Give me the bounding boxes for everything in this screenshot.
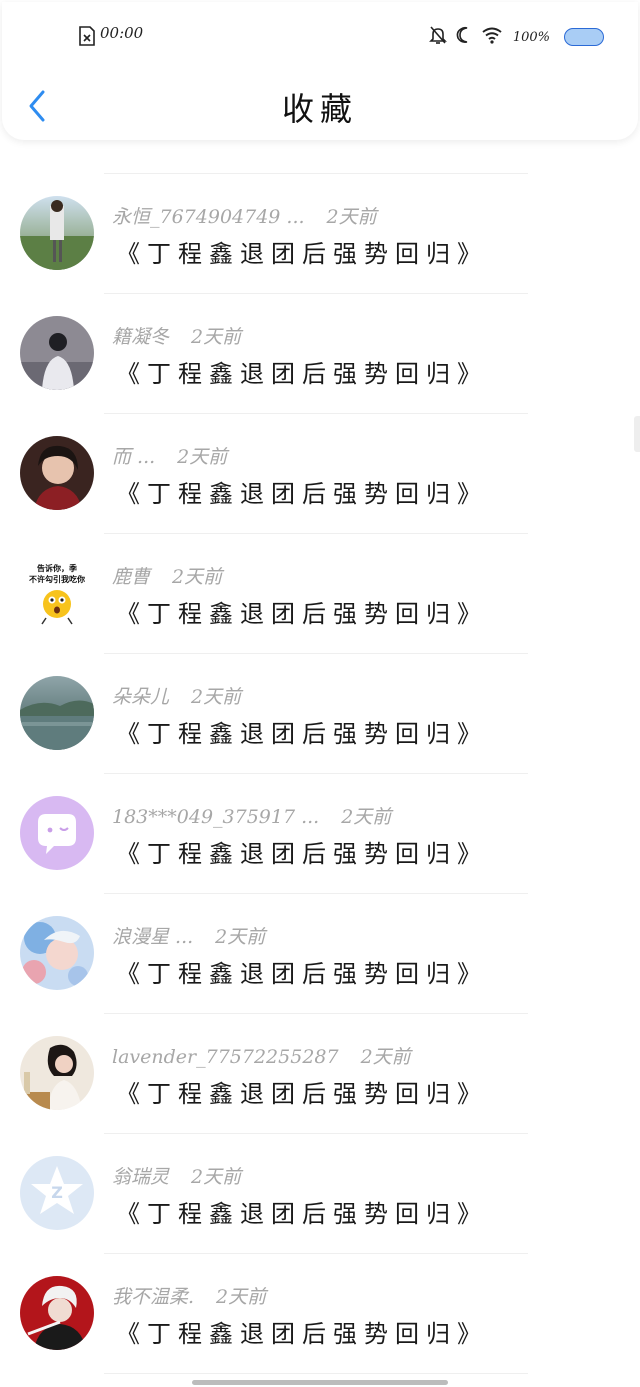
status-bar: 00:00 100% xyxy=(2,2,638,62)
timestamp: 2天前 xyxy=(216,1286,267,1308)
post-title[interactable]: 《丁程鑫退团后强势回归》 xyxy=(116,474,488,509)
item-meta: lavender_77572255287 2天前 xyxy=(112,1042,411,1069)
list-item[interactable]: lavender_77572255287 2天前 《丁程鑫退团后强势回归》 xyxy=(0,1014,640,1134)
list-item[interactable]: 永恒_7674904749 ... 2天前 《丁程鑫退团后强势回归》 xyxy=(0,174,640,294)
avatar xyxy=(20,316,94,390)
item-meta: 我不温柔. 2天前 xyxy=(112,1282,266,1309)
avatar xyxy=(20,1276,94,1350)
page-title: 收藏 xyxy=(281,90,358,128)
svg-text:Z: Z xyxy=(51,1183,63,1202)
avatar-text: 告诉你，季 xyxy=(37,563,78,573)
item-meta: 翁瑞灵 2天前 xyxy=(112,1162,241,1189)
timestamp: 2天前 xyxy=(177,446,228,468)
post-title[interactable]: 《丁程鑫退团后强势回归》 xyxy=(116,834,488,869)
favorites-screen: 永恒_7674904749 ... 2天前 《丁程鑫退团后强势回归》 籍凝冬 2天前… xyxy=(0,0,640,1387)
username[interactable]: 翁瑞灵 xyxy=(112,1166,169,1188)
item-meta: 永恒_7674904749 ... 2天前 xyxy=(112,202,377,229)
item-meta: 朵朵儿 2天前 xyxy=(112,682,241,709)
battery-percent: 100% xyxy=(512,29,550,45)
list-item[interactable]: 朵朵儿 2天前 《丁程鑫退团后强势回归》 xyxy=(0,654,640,774)
item-meta: 籍凝冬 2天前 xyxy=(112,322,241,349)
wifi-icon xyxy=(481,26,503,48)
post-title[interactable]: 《丁程鑫退团后强势回归》 xyxy=(116,1194,488,1229)
username[interactable]: lavender_77572255287 xyxy=(112,1046,339,1068)
avatar xyxy=(20,916,94,990)
avatar xyxy=(20,1036,94,1110)
header: 00:00 100% 收藏 xyxy=(2,2,638,140)
timestamp: 2天前 xyxy=(191,1166,242,1188)
post-title[interactable]: 《丁程鑫退团后强势回归》 xyxy=(116,954,488,989)
avatar-text: 不许勾引我吃你 xyxy=(29,574,85,584)
avatar xyxy=(20,436,94,510)
list-item[interactable]: 我不温柔. 2天前 《丁程鑫退团后强势回归》 xyxy=(0,1254,640,1374)
avatar xyxy=(20,196,94,270)
timestamp: 2天前 xyxy=(191,686,242,708)
avatar xyxy=(20,676,94,750)
status-icons: 100% xyxy=(428,25,604,49)
status-time: 00:00 xyxy=(100,24,144,42)
post-title[interactable]: 《丁程鑫退团后强势回归》 xyxy=(116,1074,488,1109)
post-title[interactable]: 《丁程鑫退团后强势回归》 xyxy=(116,594,488,629)
timestamp: 2天前 xyxy=(341,806,392,828)
timestamp: 2天前 xyxy=(360,1046,411,1068)
sim-card-icon xyxy=(78,26,96,46)
username[interactable]: 浪漫星 ... xyxy=(112,926,193,948)
username[interactable]: 而 ... xyxy=(112,446,155,468)
timestamp: 2天前 xyxy=(191,326,242,348)
timestamp: 2天前 xyxy=(172,566,223,588)
list-item[interactable]: 而 ... 2天前 《丁程鑫退团后强势回归》 xyxy=(0,414,640,534)
home-indicator[interactable] xyxy=(192,1380,448,1385)
username[interactable]: 籍凝冬 xyxy=(112,326,169,348)
username[interactable]: 183***049_375917 ... xyxy=(112,806,319,828)
favorites-list[interactable]: 永恒_7674904749 ... 2天前 《丁程鑫退团后强势回归》 籍凝冬 2天前… xyxy=(0,22,640,1374)
avatar xyxy=(20,796,94,870)
side-scroll-handle[interactable] xyxy=(634,416,640,452)
item-meta: 浪漫星 ... 2天前 xyxy=(112,922,265,949)
item-meta: 183***049_375917 ... 2天前 xyxy=(112,802,391,829)
list-item[interactable]: 籍凝冬 2天前 《丁程鑫退团后强势回归》 xyxy=(0,294,640,414)
item-meta: 鹿曹 2天前 xyxy=(112,562,222,589)
divider xyxy=(104,1373,528,1374)
avatar: Z xyxy=(20,1156,94,1230)
username[interactable]: 朵朵儿 xyxy=(112,686,169,708)
item-meta: 而 ... 2天前 xyxy=(112,442,227,469)
list-item[interactable]: 浪漫星 ... 2天前 《丁程鑫退团后强势回归》 xyxy=(0,894,640,1014)
post-title[interactable]: 《丁程鑫退团后强势回归》 xyxy=(116,234,488,269)
list-item[interactable]: 告诉你，季 不许勾引我吃你 鹿曹 2天前 《丁程鑫退团后强势回归》 xyxy=(0,534,640,654)
list-item[interactable]: Z 翁瑞灵 2天前 《丁程鑫退团后强势回归》 xyxy=(0,1134,640,1254)
username[interactable]: 我不温柔. xyxy=(112,1286,194,1308)
list-item[interactable]: 183***049_375917 ... 2天前 《丁程鑫退团后强势回归》 xyxy=(0,774,640,894)
post-title[interactable]: 《丁程鑫退团后强势回归》 xyxy=(116,354,488,389)
bell-muted-icon xyxy=(428,25,447,49)
timestamp: 2天前 xyxy=(326,206,377,228)
post-title[interactable]: 《丁程鑫退团后强势回归》 xyxy=(116,714,488,749)
moon-icon xyxy=(455,26,473,48)
post-title[interactable]: 《丁程鑫退团后强势回归》 xyxy=(116,1314,488,1349)
username[interactable]: 鹿曹 xyxy=(112,566,150,588)
avatar: 告诉你，季 不许勾引我吃你 xyxy=(20,556,94,630)
battery-icon xyxy=(564,28,604,46)
username[interactable]: 永恒_7674904749 ... xyxy=(112,206,305,228)
timestamp: 2天前 xyxy=(215,926,266,948)
